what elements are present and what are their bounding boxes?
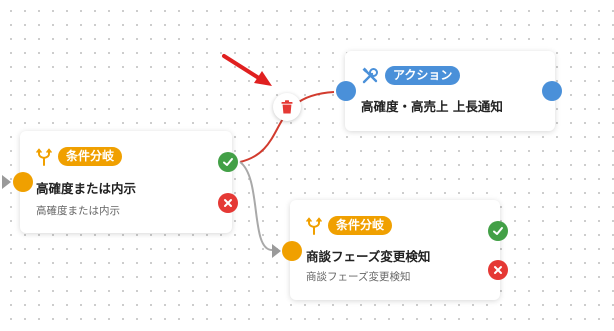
node-title: 高確度または内示 (36, 181, 137, 196)
workflow-canvas[interactable]: 条件分岐 高確度または内示 高確度または内示 アクション 高確度・高売上 上長通… (0, 0, 614, 331)
node-type-badge: 条件分岐 (58, 147, 123, 166)
input-arrow (272, 244, 281, 258)
tools-icon (362, 67, 378, 83)
trash-icon (281, 100, 293, 114)
condition-node-1[interactable]: 条件分岐 高確度または内示 高確度または内示 (20, 131, 232, 233)
condition-node-2[interactable]: 条件分岐 商談フェーズ変更検知 商談フェーズ変更検知 (290, 200, 500, 300)
node-title: 商談フェーズ変更検知 (306, 249, 431, 264)
close-icon (224, 199, 232, 207)
branch-icon (306, 216, 322, 235)
delete-edge-button[interactable] (273, 93, 301, 121)
no-branch-handle[interactable] (218, 193, 238, 213)
node-description: 商談フェーズ変更検知 (306, 271, 411, 283)
action-node[interactable]: アクション 高確度・高売上 上長通知 (345, 51, 555, 131)
node-type-badge: アクション (385, 66, 461, 85)
edge-condition1-to-condition2[interactable] (239, 161, 273, 251)
node-description: 高確度または内示 (36, 205, 120, 217)
check-icon (223, 158, 233, 166)
action-output-handle[interactable] (542, 81, 562, 101)
no-branch-handle[interactable] (488, 260, 508, 280)
yes-branch-handle[interactable] (488, 221, 508, 241)
action-input-handle[interactable] (336, 81, 356, 101)
close-icon (494, 266, 502, 274)
input-arrow (2, 175, 11, 189)
yes-branch-handle[interactable] (218, 152, 238, 172)
input-handle[interactable] (282, 241, 302, 261)
branch-icon (36, 147, 52, 166)
red-arrow-icon (222, 54, 272, 86)
input-handle[interactable] (13, 172, 33, 192)
node-title: 高確度・高売上 上長通知 (361, 99, 503, 114)
node-type-badge: 条件分岐 (328, 216, 393, 235)
check-icon (493, 227, 503, 235)
